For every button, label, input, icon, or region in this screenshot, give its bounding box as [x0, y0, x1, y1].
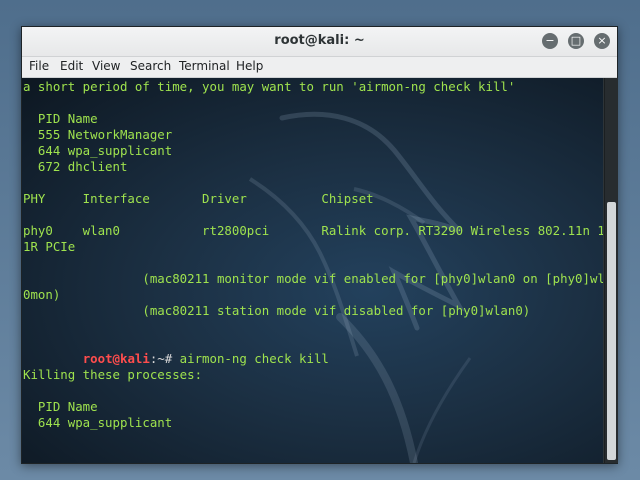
menu-search[interactable]: Search [130, 59, 171, 73]
terminal-line: PID Name [23, 111, 98, 126]
terminal-line: a short period of time, you may want to … [23, 79, 516, 94]
terminal-line: (mac80211 monitor mode vif enabled for [… [23, 271, 603, 286]
menu-file[interactable]: File [29, 59, 49, 73]
terminal-window[interactable]: root@kali: ~ − □ × File Edit View Search… [21, 26, 618, 464]
terminal-line: 672 dhclient [23, 159, 128, 174]
command-text: airmon-ng check kill [179, 351, 329, 366]
prompt-line: root@kali:~# airmon-ng check kill [23, 335, 603, 366]
maximize-button[interactable]: □ [568, 33, 584, 49]
prompt-separator: :~# [149, 351, 180, 366]
menu-view[interactable]: View [92, 59, 120, 73]
terminal-output[interactable]: a short period of time, you may want to … [22, 78, 603, 463]
menu-terminal[interactable]: Terminal [179, 59, 230, 73]
title-bar[interactable]: root@kali: ~ − □ × [22, 27, 617, 57]
scrollbar-thumb[interactable] [607, 202, 616, 460]
terminal-line: 1R PCIe [23, 239, 76, 254]
menu-edit[interactable]: Edit [60, 59, 83, 73]
menu-bar: File Edit View Search Terminal Help [22, 57, 617, 78]
terminal-line: 555 NetworkManager [23, 127, 173, 142]
terminal-line: PHY Interface Driver Chipset [23, 191, 374, 206]
prompt-line[interactable]: root@kali:~# [23, 447, 603, 463]
terminal-line: 0mon) [23, 287, 61, 302]
terminal-line: phy0 wlan0 rt2800pci Ralink corp. RT3290… [23, 223, 603, 238]
terminal-line: PID Name [23, 399, 98, 414]
minimize-button[interactable]: − [542, 33, 558, 49]
terminal-lines: a short period of time, you may want to … [23, 79, 603, 463]
terminal-line: 644 wpa_supplicant [23, 143, 173, 158]
menu-help[interactable]: Help [236, 59, 263, 73]
terminal-line: (mac80211 station mode vif disabled for … [23, 303, 531, 318]
terminal-line: 644 wpa_supplicant [23, 415, 173, 430]
terminal-line: Killing these processes: [23, 367, 203, 382]
window-title: root@kali: ~ [274, 33, 365, 48]
prompt-user: root@kali [82, 351, 150, 366]
close-button[interactable]: × [594, 33, 610, 49]
terminal-scrollbar[interactable] [604, 78, 618, 463]
